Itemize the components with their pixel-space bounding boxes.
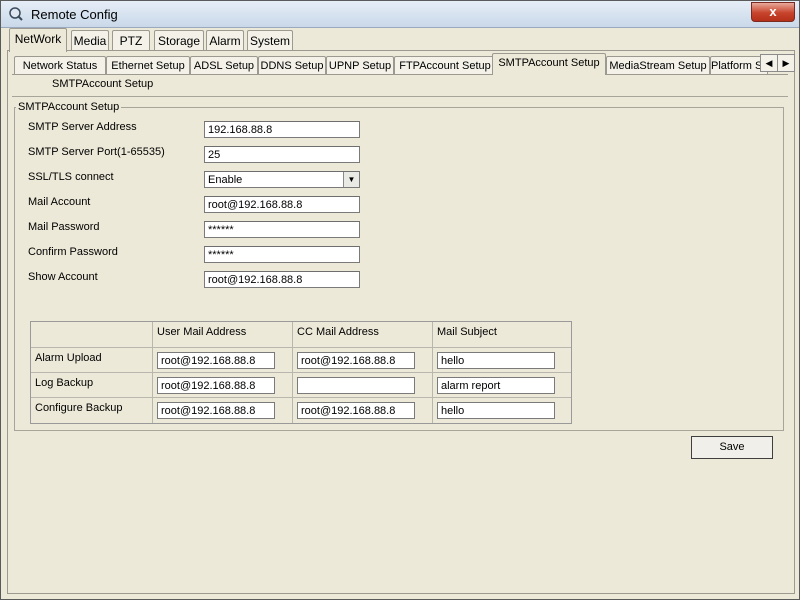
- configure-backup-user-mail-input[interactable]: root@192.168.88.8: [157, 402, 275, 419]
- table-cell: hello: [433, 348, 571, 373]
- mail-routing-table: User Mail Address CC Mail Address Mail S…: [30, 321, 572, 424]
- table-header-user-mail: User Mail Address: [153, 322, 293, 348]
- tab-system[interactable]: System: [247, 30, 293, 51]
- table-cell: [293, 373, 433, 398]
- tab-smtpaccount-setup[interactable]: SMTPAccount Setup: [492, 53, 606, 75]
- tab-ftpaccount-setup[interactable]: FTPAccount Setup: [394, 56, 496, 75]
- show-account-label: Show Account: [28, 271, 98, 283]
- tab-ethernet-setup[interactable]: Ethernet Setup: [106, 56, 190, 75]
- mail-account-input[interactable]: root@192.168.88.8: [204, 196, 360, 213]
- window-title: Remote Config: [31, 7, 118, 22]
- table-header-blank: [31, 322, 153, 348]
- table-row-label: Configure Backup: [31, 398, 153, 423]
- confirm-password-input[interactable]: ******: [204, 246, 360, 263]
- table-row-label: Alarm Upload: [31, 348, 153, 373]
- save-button[interactable]: Save: [691, 436, 773, 459]
- alarm-upload-subject-input[interactable]: hello: [437, 352, 555, 369]
- divider: [12, 96, 788, 97]
- table-cell: root@192.168.88.8: [153, 398, 293, 423]
- log-backup-cc-mail-input[interactable]: [297, 377, 415, 394]
- ssl-tls-label: SSL/TLS connect: [28, 171, 114, 183]
- tab-storage[interactable]: Storage: [154, 30, 204, 51]
- smtp-server-address-label: SMTP Server Address: [28, 121, 137, 133]
- network-panel: Network Status Ethernet Setup ADSL Setup…: [7, 50, 795, 594]
- table-row-label: Log Backup: [31, 373, 153, 398]
- title-bar[interactable]: Remote Config x: [1, 1, 799, 28]
- group-title: SMTPAccount Setup: [16, 101, 122, 113]
- log-backup-subject-input[interactable]: alarm report: [437, 377, 555, 394]
- table-cell: root@192.168.88.8: [293, 348, 433, 373]
- mail-password-input[interactable]: ******: [204, 221, 360, 238]
- tab-alarm[interactable]: Alarm: [206, 30, 244, 51]
- table-header-mail-subject: Mail Subject: [433, 322, 571, 348]
- log-backup-user-mail-input[interactable]: root@192.168.88.8: [157, 377, 275, 394]
- sub-tab-strip: SMTPAccount Setup: [12, 74, 788, 95]
- smtp-server-port-input[interactable]: 25: [204, 146, 360, 163]
- table-cell: hello: [433, 398, 571, 423]
- tab-network-status[interactable]: Network Status: [14, 56, 106, 75]
- table-cell: root@192.168.88.8: [293, 398, 433, 423]
- configure-backup-subject-input[interactable]: hello: [437, 402, 555, 419]
- tab-scroll-right-button[interactable]: ▶: [777, 54, 795, 72]
- tab-ptz[interactable]: PTZ: [112, 30, 150, 51]
- ssl-tls-value: Enable: [208, 174, 243, 186]
- tab-ddns-setup[interactable]: DDNS Setup: [258, 56, 326, 75]
- tab-mediastream-setup[interactable]: MediaStream Setup: [606, 56, 710, 75]
- app-icon: [9, 7, 23, 21]
- close-button[interactable]: x: [751, 2, 795, 22]
- remote-config-window: Remote Config x NetWork Media PTZ Storag…: [0, 0, 800, 600]
- tab-upnp-setup[interactable]: UPNP Setup: [326, 56, 394, 75]
- show-account-input[interactable]: root@192.168.88.8: [204, 271, 360, 288]
- mail-password-label: Mail Password: [28, 221, 100, 233]
- sub-tab-smtpaccount-setup[interactable]: SMTPAccount Setup: [52, 78, 153, 90]
- client-area: NetWork Media PTZ Storage Alarm System N…: [5, 28, 795, 594]
- table-cell: alarm report: [433, 373, 571, 398]
- table-header-cc-mail: CC Mail Address: [293, 322, 433, 348]
- table-cell: root@192.168.88.8: [153, 373, 293, 398]
- tab-adsl-setup[interactable]: ADSL Setup: [190, 56, 258, 75]
- tab-scroll-left-button[interactable]: ◀: [760, 54, 778, 72]
- chevron-down-icon[interactable]: ▼: [343, 172, 359, 187]
- tab-media[interactable]: Media: [71, 30, 109, 51]
- smtp-server-port-label: SMTP Server Port(1-65535): [28, 146, 165, 158]
- tab-network[interactable]: NetWork: [9, 28, 67, 52]
- ssl-tls-select[interactable]: Enable ▼: [204, 171, 360, 188]
- table-cell: root@192.168.88.8: [153, 348, 293, 373]
- alarm-upload-cc-mail-input[interactable]: root@192.168.88.8: [297, 352, 415, 369]
- configure-backup-cc-mail-input[interactable]: root@192.168.88.8: [297, 402, 415, 419]
- mail-account-label: Mail Account: [28, 196, 91, 208]
- alarm-upload-user-mail-input[interactable]: root@192.168.88.8: [157, 352, 275, 369]
- confirm-password-label: Confirm Password: [28, 246, 118, 258]
- smtp-server-address-input[interactable]: 192.168.88.8: [204, 121, 360, 138]
